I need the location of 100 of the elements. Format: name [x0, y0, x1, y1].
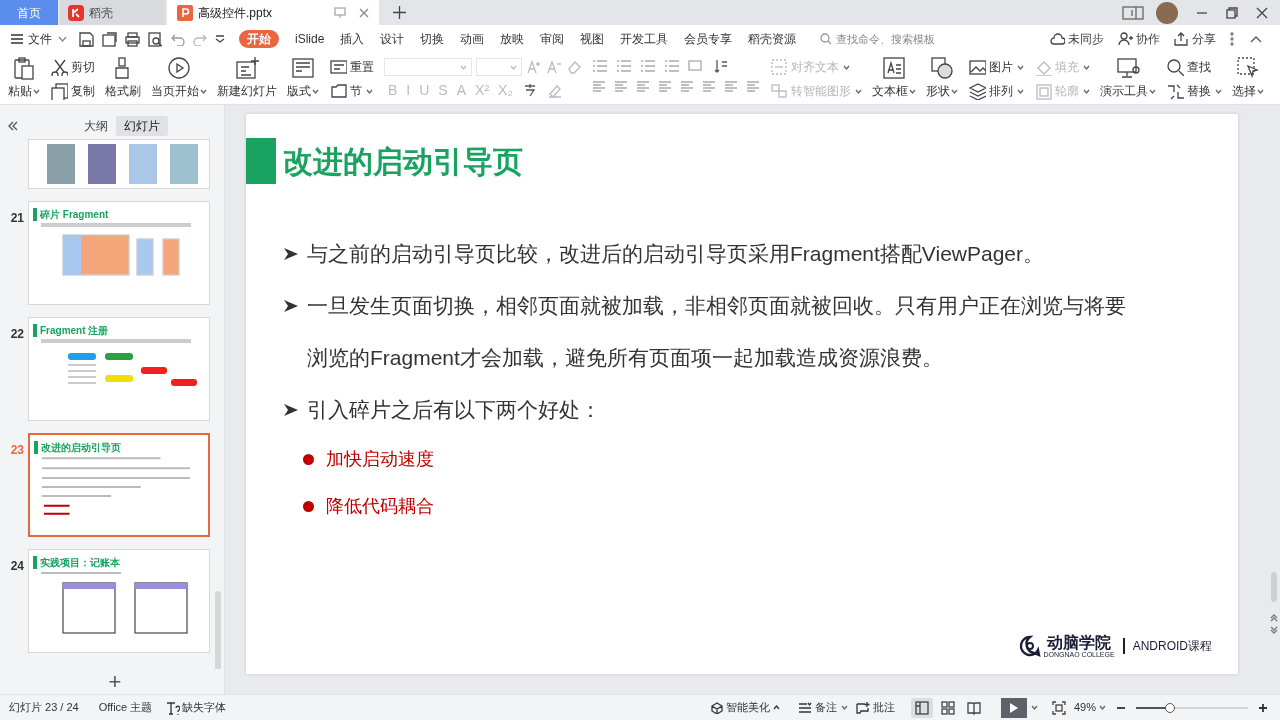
caret-icon	[1083, 88, 1090, 94]
ribbon-tab[interactable]: 放映	[500, 30, 525, 48]
notes-button[interactable]: 备注	[797, 699, 848, 716]
caret-icon	[1017, 88, 1024, 94]
title-marker	[33, 556, 37, 569]
save-icon[interactable]	[79, 31, 94, 47]
toolbar-button[interactable]: 格式刷	[105, 56, 141, 100]
ribbon-tab[interactable]: 开发工具	[620, 30, 669, 48]
toolbar-button[interactable]: 粘贴	[8, 56, 40, 100]
missing-font-button[interactable]: 缺失字体	[166, 699, 227, 716]
normal-view-button[interactable]	[910, 697, 933, 718]
window-tab[interactable]: 高级控件.pptx	[167, 0, 379, 25]
bullet-text: 与之前的启动引导页比较，改进后的启动引导页采用Fragment搭配ViewPager。	[307, 241, 1046, 267]
print-icon[interactable]	[125, 31, 140, 47]
toolbar-button[interactable]: 复制	[50, 82, 95, 100]
presentation-file-icon	[177, 4, 193, 21]
comments-button[interactable]: 批注	[855, 699, 895, 716]
toolbar-button[interactable]: 新建幻灯片	[217, 56, 277, 100]
layout-icon	[291, 56, 315, 80]
toolbar-button[interactable]: 节	[329, 82, 374, 100]
toolbar-button[interactable]: 图片	[968, 58, 1024, 76]
copy-icon	[50, 82, 68, 100]
avatar[interactable]	[1156, 1, 1178, 24]
caret-icon	[843, 64, 850, 70]
close-icon[interactable]	[359, 7, 369, 18]
export-icon[interactable]	[102, 31, 117, 47]
ribbon-tab[interactable]: 视图	[580, 30, 605, 48]
ribbon-tab[interactable]: 插入	[340, 30, 365, 48]
toolbar-action[interactable]: 分享	[1174, 30, 1216, 48]
caret-icon	[200, 88, 207, 94]
share-icon	[1174, 32, 1189, 46]
window-tab[interactable]: 稻壳	[60, 0, 165, 25]
grow-font-icon[interactable]	[526, 59, 542, 75]
toolbar-button[interactable]: 剪切	[50, 58, 95, 76]
bullet-text: 引入碎片之后有以下两个好处：	[307, 397, 602, 423]
eraser-icon[interactable]	[566, 59, 582, 75]
toolbar-button[interactable]: 排列	[968, 82, 1024, 100]
layers-icon	[968, 82, 986, 100]
fit-window-icon[interactable]	[1051, 700, 1066, 715]
file-menu[interactable]: 文件	[10, 30, 52, 48]
ribbon-tab[interactable]: 动画	[460, 30, 485, 48]
toolbar-button[interactable]: 选择	[1232, 56, 1264, 100]
toolbar-button[interactable]: 演示工具	[1100, 56, 1156, 100]
reader-mode-icon[interactable]	[1122, 5, 1144, 20]
redo-icon[interactable]	[193, 32, 207, 46]
scrollbar-thumb[interactable]	[1271, 572, 1277, 602]
new-tab-icon[interactable]	[393, 6, 406, 19]
ribbon-tab[interactable]: 审阅	[540, 30, 565, 48]
tab-label: 首页	[17, 4, 41, 22]
sort-icon[interactable]	[714, 59, 728, 73]
caret-icon	[1149, 88, 1156, 94]
ribbon-tab[interactable]: iSlide	[295, 30, 325, 48]
grid-view-icon	[940, 700, 955, 715]
ribbon-tab[interactable]: 会员专享	[684, 30, 733, 48]
bullet-text: 一旦发生页面切换，相邻页面就被加载，非相邻页面就被回收。只有用户正在浏览与将要浏览的Fragment才会加载，避免所有页面项一起加载造成资源浪费。	[307, 293, 1127, 371]
print-preview-icon[interactable]	[148, 31, 163, 47]
undo-icon[interactable]	[171, 32, 185, 46]
close-icon[interactable]	[1256, 6, 1268, 19]
toolbar-button[interactable]: 重置	[329, 58, 374, 76]
align-text-icon	[770, 58, 788, 76]
ribbon-tab[interactable]: 稻壳资源	[748, 30, 797, 48]
play-button[interactable]	[1000, 697, 1027, 718]
toolbar-button[interactable]: 形状	[926, 56, 958, 100]
zoom-dropdown[interactable]: 49%	[1073, 699, 1106, 716]
toolbar-button[interactable]: 当页开始	[151, 56, 207, 100]
caret-icon	[366, 88, 373, 94]
title-marker	[34, 441, 38, 454]
next-slide-icon[interactable]	[1270, 626, 1278, 634]
toolbar-button[interactable]: 替换	[1166, 82, 1222, 100]
caret-icon	[855, 88, 862, 94]
toolbar-action[interactable]: 未同步	[1050, 30, 1104, 48]
more-icon[interactable]	[1230, 32, 1234, 46]
toolbar-button[interactable]: 文本框	[872, 56, 916, 100]
restore-icon[interactable]	[1226, 6, 1238, 19]
slide-number: 21	[9, 210, 24, 227]
zoom-in-icon[interactable]	[1258, 702, 1268, 713]
scrollbar-thumb[interactable]	[215, 591, 221, 669]
toolbar-button[interactable]: 查找	[1166, 58, 1222, 76]
slide-thumbnail[interactable]	[28, 139, 210, 189]
command-search-field[interactable]: 查找命令、搜索模板	[820, 29, 981, 49]
beautify-button[interactable]: 智能美化	[710, 699, 780, 716]
previous-slide-icon[interactable]	[1270, 614, 1278, 622]
shrink-font-icon[interactable]	[546, 59, 562, 75]
clipboard-icon	[12, 56, 36, 80]
caret-icon[interactable]	[1030, 705, 1038, 710]
pane-tab[interactable]: 大纲	[76, 116, 116, 136]
ribbon-tab[interactable]: 设计	[380, 30, 405, 48]
customize-caret-icon[interactable]	[215, 35, 225, 43]
toolbar-button[interactable]: 版式	[287, 56, 319, 100]
cube-icon	[710, 701, 723, 714]
collapse-ribbon-icon[interactable]	[1250, 35, 1262, 43]
caret-icon	[460, 64, 467, 70]
zoom-slider-thumb[interactable]	[1164, 702, 1175, 713]
add-slide-button[interactable]: +	[108, 671, 122, 693]
toolbar-action[interactable]: 协作	[1118, 30, 1160, 48]
collapse-pane-icon[interactable]	[8, 121, 18, 131]
pane-tab[interactable]: 幻灯片	[116, 116, 168, 136]
brand-name: 动脑学院	[1047, 634, 1112, 651]
ribbon-tab[interactable]: 切换	[420, 30, 445, 48]
play-icon	[1008, 701, 1019, 714]
